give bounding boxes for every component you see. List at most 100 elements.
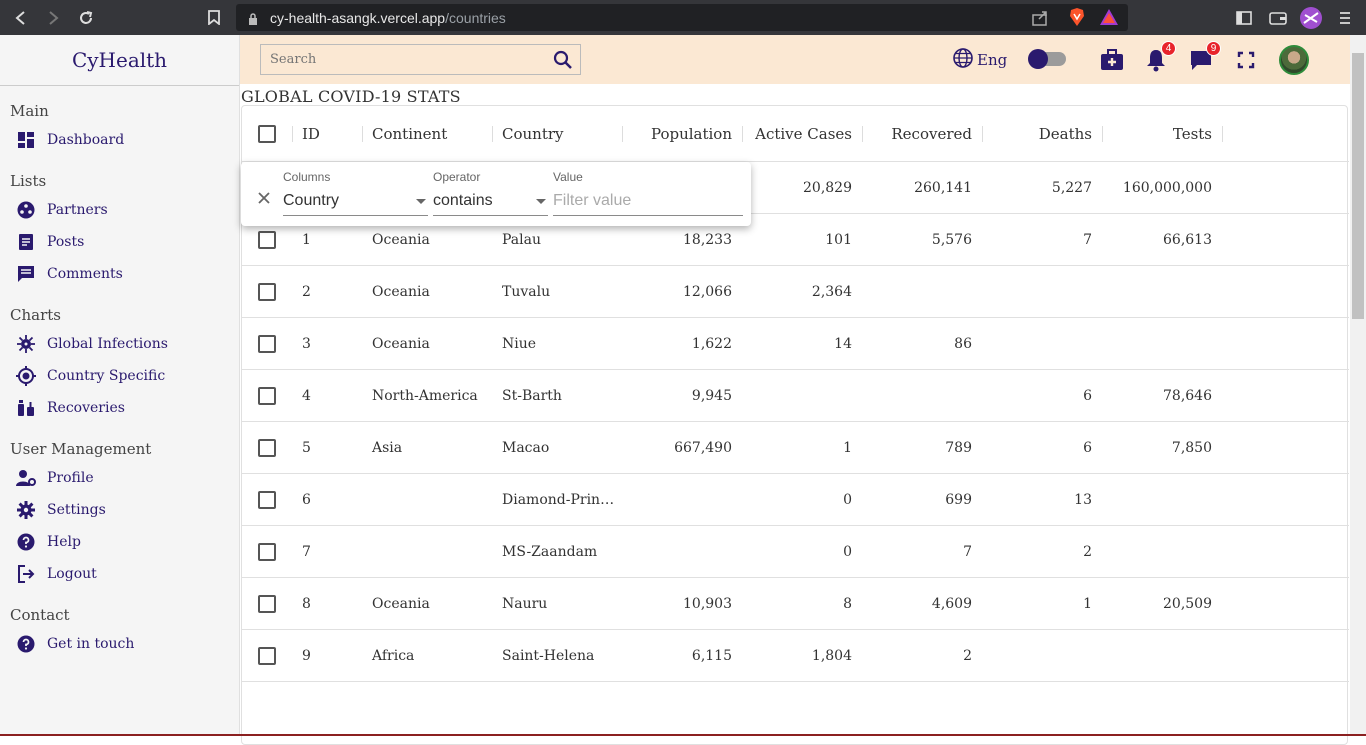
sidebar-item-comments[interactable]: Comments bbox=[0, 258, 239, 290]
bookmark-icon[interactable] bbox=[203, 7, 225, 29]
logo[interactable]: CyHealth bbox=[0, 35, 239, 86]
sidebar-section-title: Main bbox=[10, 102, 49, 120]
dark-mode-toggle[interactable] bbox=[1028, 49, 1066, 69]
operator-dropdown-icon[interactable] bbox=[536, 199, 546, 204]
select-all-checkbox[interactable] bbox=[258, 124, 276, 143]
cell-tests: 20,509 bbox=[1163, 595, 1212, 612]
sidebar-item-get-in-touch[interactable]: Get in touch bbox=[0, 628, 239, 660]
vaccine-icon bbox=[16, 398, 36, 418]
row-checkbox[interactable] bbox=[258, 438, 276, 457]
table-row[interactable]: 9 Africa Saint-Helena 6,115 1,804 2 bbox=[242, 630, 1349, 682]
filter-value-input[interactable]: Filter value bbox=[553, 192, 631, 210]
fullscreen-icon[interactable] bbox=[1233, 47, 1259, 73]
close-icon[interactable] bbox=[257, 191, 271, 210]
sidebar-item-label: Partners bbox=[47, 202, 108, 218]
column-separator[interactable] bbox=[1102, 126, 1103, 142]
notifications-icon[interactable]: 4 bbox=[1143, 41, 1176, 73]
table-row[interactable]: 5 Asia Macao 667,490 1 789 6 7,850 bbox=[242, 422, 1349, 474]
column-separator[interactable] bbox=[492, 126, 493, 142]
sidebar: CyHealth Main Dashboard Lists Partners Posts… bbox=[0, 35, 240, 736]
comments-icon bbox=[16, 264, 36, 284]
cell-id: 6 bbox=[302, 491, 311, 508]
table-row[interactable]: 6 Diamond-Prin… 0 699 13 bbox=[242, 474, 1349, 526]
table-row[interactable]: 4 North-America St-Barth 9,945 6 78,646 bbox=[242, 370, 1349, 422]
table-row[interactable]: 3 Oceania Niue 1,622 14 86 bbox=[242, 318, 1349, 370]
row-checkbox[interactable] bbox=[258, 594, 276, 613]
row-checkbox[interactable] bbox=[258, 282, 276, 301]
profile-avatar-icon[interactable] bbox=[1300, 6, 1322, 29]
columns-dropdown-icon[interactable] bbox=[416, 199, 426, 204]
sidebar-item-dashboard[interactable]: Dashboard bbox=[0, 124, 239, 156]
columns-select[interactable]: Country bbox=[283, 192, 339, 210]
column-recovered-header[interactable]: Recovered bbox=[862, 106, 972, 161]
column-separator[interactable] bbox=[982, 126, 983, 142]
language-selector[interactable]: Eng bbox=[952, 47, 1007, 73]
column-population-header[interactable]: Population bbox=[622, 106, 732, 161]
column-separator[interactable] bbox=[622, 126, 623, 142]
cell-deaths bbox=[982, 318, 1092, 369]
cell-continent: North-America bbox=[372, 387, 478, 404]
address-bar[interactable]: cy-health-asangk.vercel.app/countries bbox=[236, 4, 1128, 31]
sidebar-item-recoveries[interactable]: Recoveries bbox=[0, 392, 239, 424]
brave-rewards-icon[interactable] bbox=[1100, 9, 1118, 28]
sidebar-section-title: Charts bbox=[10, 306, 61, 324]
virus-icon bbox=[16, 334, 36, 354]
search-input[interactable] bbox=[270, 52, 540, 67]
table-row[interactable]: 7 MS-Zaandam 0 7 2 bbox=[242, 526, 1349, 578]
table-row[interactable]: 2 Oceania Tuvalu 12,066 2,364 bbox=[242, 266, 1349, 318]
sidebar-item-profile[interactable]: Profile bbox=[0, 462, 239, 494]
operator-select[interactable]: contains bbox=[433, 192, 493, 210]
column-separator[interactable] bbox=[292, 126, 293, 142]
cell-deaths: 6 bbox=[1083, 387, 1092, 404]
row-checkbox[interactable] bbox=[258, 334, 276, 353]
forward-icon[interactable] bbox=[42, 7, 64, 29]
column-active-cases-header[interactable]: Active Cases bbox=[742, 106, 852, 161]
cell-deaths: 2 bbox=[1083, 543, 1092, 560]
column-country-header[interactable]: Country bbox=[502, 106, 620, 161]
column-separator[interactable] bbox=[362, 126, 363, 142]
messages-icon[interactable]: 9 bbox=[1188, 41, 1221, 73]
sidebar-toggle-icon[interactable] bbox=[1233, 7, 1255, 29]
column-separator[interactable] bbox=[862, 126, 863, 142]
cell-active: 14 bbox=[834, 335, 852, 352]
sidebar-item-country-specific[interactable]: Country Specific bbox=[0, 360, 239, 392]
row-checkbox[interactable] bbox=[258, 230, 276, 249]
row-checkbox[interactable] bbox=[258, 646, 276, 665]
sidebar-item-partners[interactable]: Partners bbox=[0, 194, 239, 226]
reload-icon[interactable] bbox=[75, 7, 97, 29]
user-avatar[interactable] bbox=[1279, 45, 1309, 75]
scrollbar[interactable] bbox=[1350, 35, 1366, 736]
medical-kit-icon[interactable] bbox=[1099, 47, 1125, 73]
column-deaths-header[interactable]: Deaths bbox=[982, 106, 1092, 161]
sidebar-section-title: User Management bbox=[10, 440, 152, 458]
globe-icon bbox=[952, 47, 974, 73]
cell-id: 3 bbox=[302, 335, 311, 352]
row-checkbox[interactable] bbox=[258, 490, 276, 509]
cell-recovered: 7 bbox=[963, 543, 972, 560]
sidebar-item-logout[interactable]: Logout bbox=[0, 558, 239, 590]
cell-active: 0 bbox=[843, 543, 852, 560]
row-checkbox[interactable] bbox=[258, 542, 276, 561]
row-checkbox[interactable] bbox=[258, 386, 276, 405]
search-icon[interactable] bbox=[553, 50, 573, 74]
sidebar-item-settings[interactable]: Settings bbox=[0, 494, 239, 526]
scrollbar-thumb[interactable] bbox=[1352, 53, 1364, 319]
table-row[interactable]: 8 Oceania Nauru 10,903 8 4,609 1 20,509 bbox=[242, 578, 1349, 630]
sidebar-item-help[interactable]: Help bbox=[0, 526, 239, 558]
menu-icon[interactable] bbox=[1334, 7, 1356, 29]
page-title: GLOBAL COVID-19 STATS bbox=[241, 87, 461, 106]
column-separator[interactable] bbox=[742, 126, 743, 142]
brave-shield-icon[interactable] bbox=[1069, 8, 1085, 29]
back-icon[interactable] bbox=[10, 7, 32, 29]
user-gear-icon bbox=[16, 468, 36, 488]
sidebar-item-global-infections[interactable]: Global Infections bbox=[0, 328, 239, 360]
url-host: cy-health-asangk.vercel.app bbox=[270, 9, 446, 26]
cell-deaths: 6 bbox=[1083, 439, 1092, 456]
sidebar-item-posts[interactable]: Posts bbox=[0, 226, 239, 258]
column-id-header[interactable]: ID bbox=[302, 106, 357, 161]
column-tests-header[interactable]: Tests bbox=[1102, 106, 1212, 161]
column-separator[interactable] bbox=[1222, 126, 1223, 142]
share-icon[interactable] bbox=[1032, 10, 1048, 29]
wallet-icon[interactable] bbox=[1267, 7, 1289, 29]
column-continent-header[interactable]: Continent bbox=[372, 106, 497, 161]
